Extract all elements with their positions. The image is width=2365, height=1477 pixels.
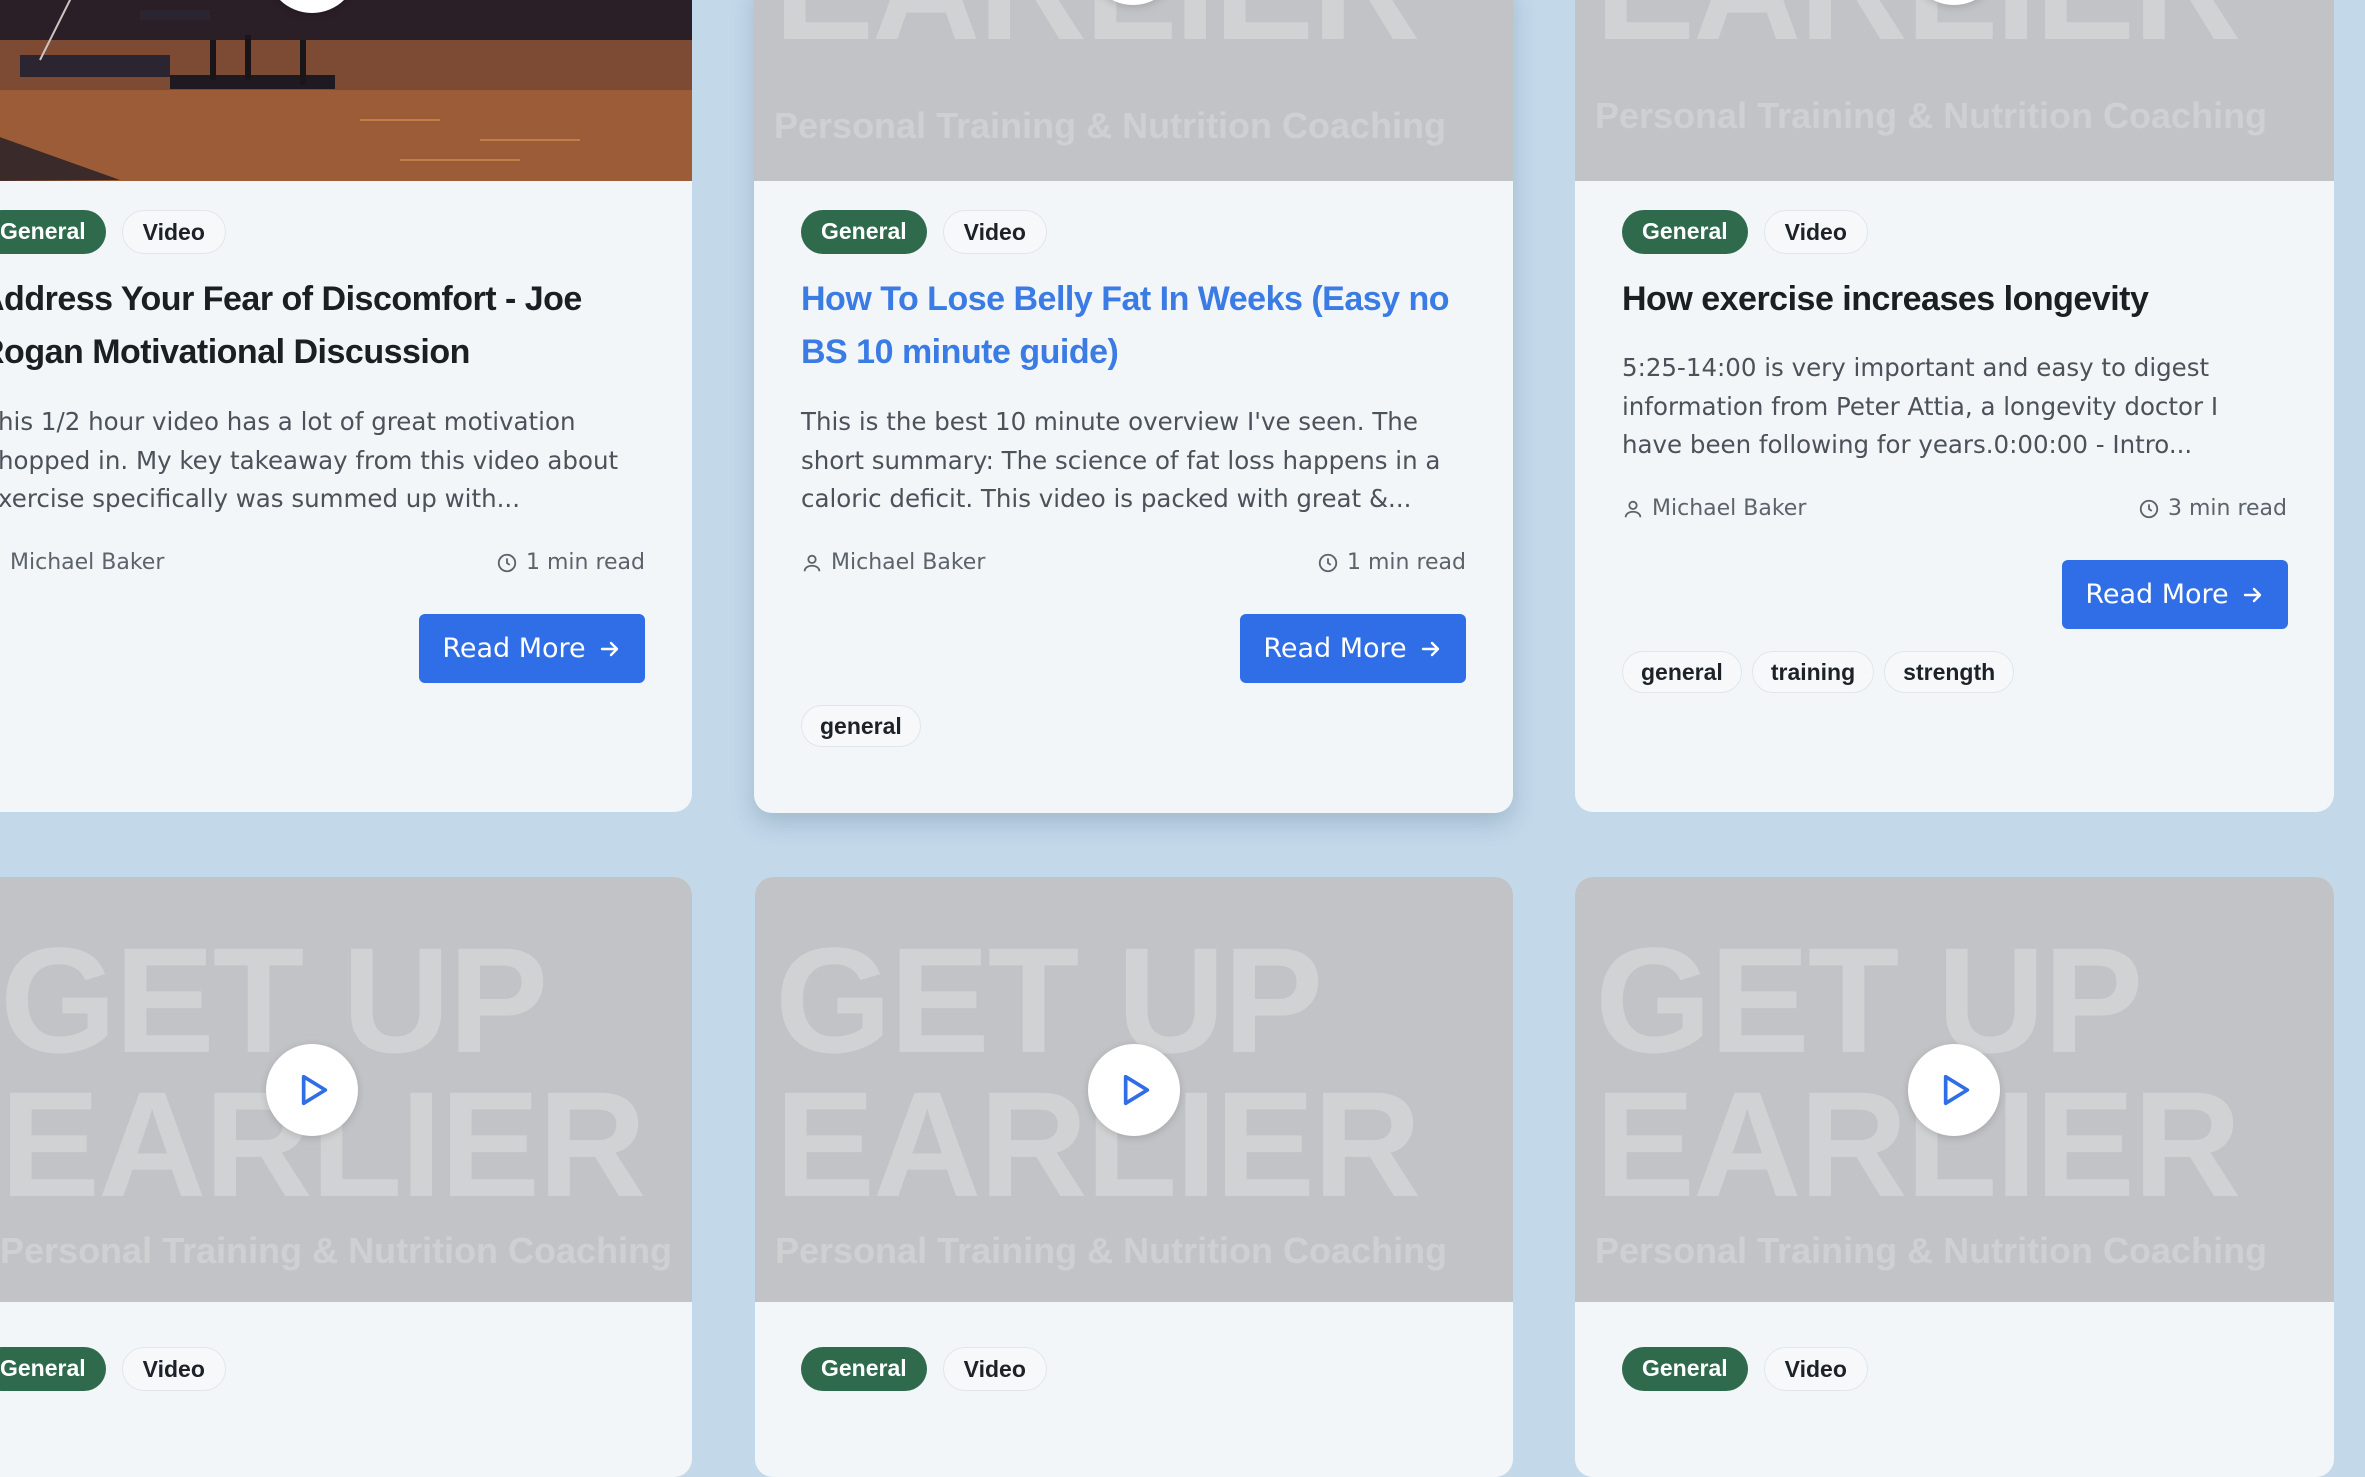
- thumbnail-watermark: GET UP: [0, 916, 548, 1084]
- post-title[interactable]: How To Lose Belly Fat In Weeks (Easy no …: [801, 273, 1491, 379]
- read-time-text: 1 min read: [525, 550, 645, 575]
- read-time-text: 1 min read: [1346, 550, 1466, 575]
- excerpt-line: his 1/2 hour video has a lot of great mo…: [0, 407, 576, 436]
- post-title-line[interactable]: BS 10 minute guide): [801, 333, 1119, 371]
- excerpt-line: This is the best 10 minute overview I've…: [801, 407, 1418, 436]
- arrow-right-icon: [2243, 587, 2261, 602]
- thumbnail-watermark: Personal Training & Nutrition Coaching: [1595, 95, 2268, 136]
- thumbnail-watermark: Personal Training & Nutrition Coaching: [774, 105, 1447, 146]
- excerpt-line: xercise specifically was summed up with.…: [0, 484, 520, 513]
- type-badge[interactable]: Video: [942, 1347, 1047, 1391]
- post-excerpt: 5:25-14:00 is very important and easy to…: [1622, 349, 2322, 465]
- thumbnail-watermark: EARLIER: [774, 0, 1513, 62]
- post-title-line[interactable]: How To Lose Belly Fat In Weeks (Easy no: [801, 280, 1450, 318]
- thumbnail-watermark: EARLIER: [1595, 0, 2334, 62]
- excerpt-line: have been following for years.0:00:00 - …: [1622, 430, 2193, 459]
- video-thumbnail[interactable]: GET UP EARLIER Personal Training & Nutri…: [0, 877, 692, 1302]
- keyword-tag[interactable]: training: [1751, 651, 1875, 693]
- excerpt-line: information from Peter Attia, a longevit…: [1622, 391, 2219, 421]
- type-badge[interactable]: Video: [1763, 1347, 1868, 1391]
- author-name: Michael Baker: [1652, 496, 1807, 521]
- video-thumbnail[interactable]: EARLIER Personal Training & Nutrition Co…: [1575, 0, 2334, 181]
- post-title[interactable]: How exercise increases longevity: [1622, 273, 2312, 326]
- read-more-button[interactable]: Read More: [1240, 614, 1466, 683]
- keyword-tag[interactable]: general: [1622, 651, 1742, 693]
- keyword-tag[interactable]: strength: [1884, 651, 2015, 693]
- post-card: GET UP EARLIER Personal Training & Nutri…: [755, 877, 1513, 1477]
- author: Michael Baker: [801, 550, 985, 575]
- video-thumbnail[interactable]: [0, 0, 692, 181]
- thumbnail-watermark: Personal Training & Nutrition Coaching: [0, 1230, 673, 1271]
- keyword-tag[interactable]: general: [801, 705, 921, 747]
- post-card: EARLIER Personal Training & Nutrition Co…: [754, 0, 1513, 813]
- read-more-label: Read More: [442, 633, 586, 664]
- lake-boats-image: [0, 0, 692, 181]
- clock-icon: [497, 553, 517, 572]
- play-icon: [1123, 1074, 1150, 1106]
- category-badge[interactable]: General: [801, 1347, 927, 1391]
- post-title[interactable]: Address Your Fear of Discomfort - Joe Ro…: [0, 273, 670, 379]
- excerpt-line: 5:25-14:00 is very important and easy to…: [1622, 353, 2210, 382]
- user-icon: [803, 554, 821, 571]
- author: Michael Baker: [0, 550, 164, 575]
- read-time: 1 min read: [1317, 550, 1466, 575]
- post-excerpt: his 1/2 hour video has a lot of great mo…: [0, 403, 678, 519]
- thumbnail-watermark: Personal Training & Nutrition Coaching: [775, 1230, 1448, 1271]
- excerpt-line: short summary: The science of fat loss h…: [801, 445, 1441, 475]
- type-badge[interactable]: Video: [1763, 210, 1868, 254]
- excerpt-line: caloric deficit. This video is packed wi…: [801, 484, 1412, 513]
- read-more-label: Read More: [1263, 633, 1407, 664]
- post-meta: Michael Baker 1 min read: [0, 550, 645, 575]
- category-badge[interactable]: General: [0, 210, 106, 254]
- post-title-line[interactable]: Address Your Fear of Discomfort - Joe: [0, 280, 582, 318]
- clock-icon: [1318, 553, 1338, 572]
- type-badge[interactable]: Video: [121, 210, 226, 254]
- post-card: GET UP EARLIER Personal Training & Nutri…: [1575, 877, 2334, 1477]
- play-button[interactable]: [1088, 1044, 1180, 1136]
- category-badge[interactable]: General: [0, 1347, 106, 1391]
- play-button[interactable]: [266, 1044, 358, 1136]
- type-badge[interactable]: Video: [942, 210, 1047, 254]
- arrow-right-icon: [600, 641, 618, 656]
- read-more-label: Read More: [2085, 579, 2229, 610]
- play-button[interactable]: [1908, 1044, 2000, 1136]
- post-title-line[interactable]: How exercise increases longevity: [1622, 280, 2149, 318]
- read-more-button[interactable]: Read More: [419, 614, 645, 683]
- clock-icon: [2139, 499, 2159, 518]
- post-meta: Michael Baker 1 min read: [801, 550, 1466, 575]
- category-badge[interactable]: General: [1622, 1347, 1748, 1391]
- user-icon: [1624, 500, 1642, 517]
- author: Michael Baker: [1622, 496, 1806, 521]
- post-card: GET UP EARLIER Personal Training & Nutri…: [0, 877, 692, 1477]
- play-icon: [301, 1074, 328, 1106]
- video-thumbnail[interactable]: GET UP EARLIER Personal Training & Nutri…: [755, 877, 1513, 1302]
- author-name: Michael Baker: [10, 550, 165, 575]
- post-card: EARLIER Personal Training & Nutrition Co…: [1575, 0, 2334, 812]
- user-icon: [0, 552, 2, 574]
- read-more-button[interactable]: Read More: [2062, 560, 2288, 629]
- category-badge[interactable]: General: [801, 210, 927, 254]
- arrow-right-icon: [1421, 641, 1439, 656]
- post-excerpt: This is the best 10 minute overview I've…: [801, 403, 1501, 519]
- video-thumbnail[interactable]: EARLIER Personal Training & Nutrition Co…: [754, 0, 1513, 181]
- thumbnail-watermark: Personal Training & Nutrition Coaching: [1595, 1230, 2268, 1271]
- excerpt-line: hopped in. My key takeaway from this vid…: [0, 445, 619, 475]
- author-name: Michael Baker: [831, 550, 986, 575]
- category-badge[interactable]: General: [1622, 210, 1748, 254]
- post-meta: Michael Baker 3 min read: [1622, 496, 2287, 521]
- play-icon: [1943, 1074, 1970, 1106]
- read-time-text: 3 min read: [2167, 496, 2287, 521]
- post-title-line[interactable]: Rogan Motivational Discussion: [0, 333, 470, 371]
- type-badge[interactable]: Video: [121, 1347, 226, 1391]
- read-time: 1 min read: [496, 550, 645, 575]
- post-card: General Video Address Your Fear of Disco…: [0, 0, 692, 812]
- video-thumbnail[interactable]: GET UP EARLIER Personal Training & Nutri…: [1575, 877, 2334, 1302]
- read-time: 3 min read: [2138, 496, 2287, 521]
